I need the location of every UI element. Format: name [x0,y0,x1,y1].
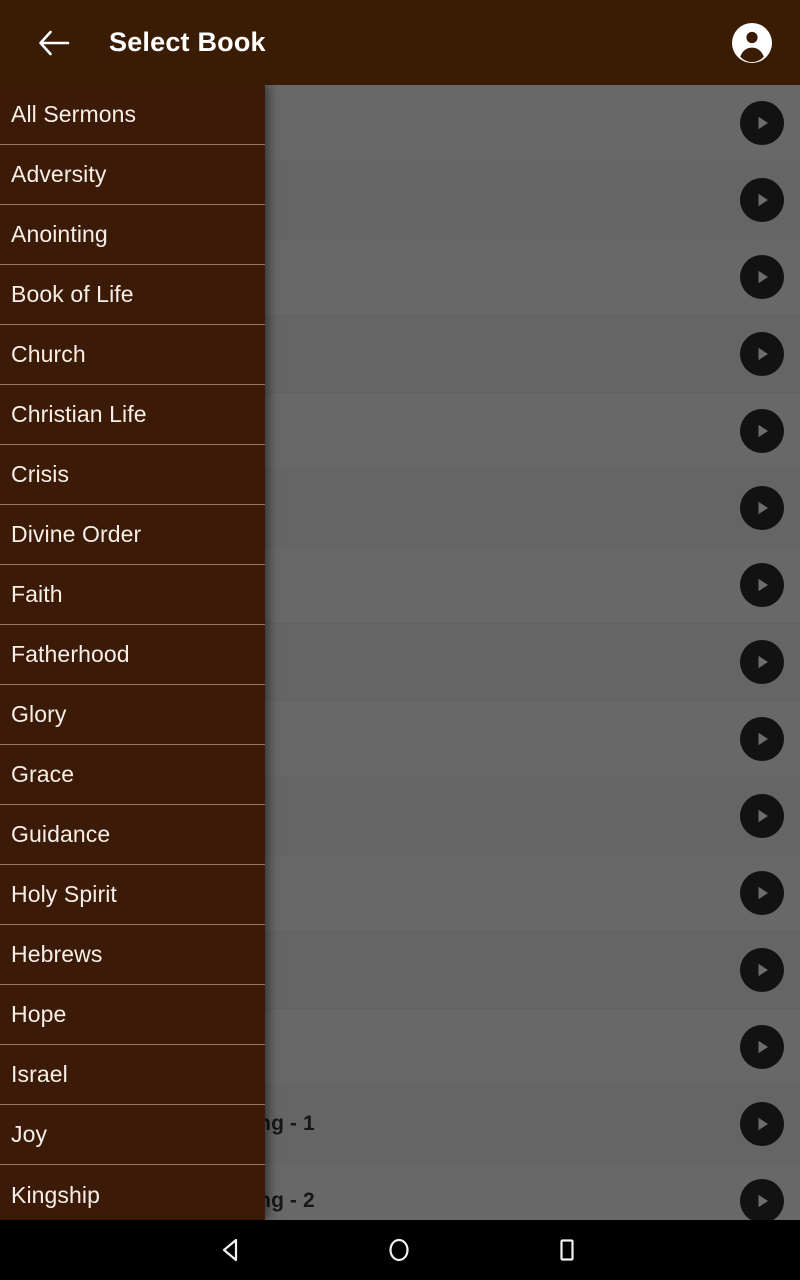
drawer-item-hope[interactable]: Hope [0,985,265,1045]
drawer-item-label: All Sermons [11,101,137,127]
drawer-item-label: Israel [11,1061,68,1087]
play-icon[interactable] [740,486,784,530]
drawer-item-joy[interactable]: Joy [0,1105,265,1165]
drawer-item-glory[interactable]: Glory [0,685,265,745]
play-icon[interactable] [740,255,784,299]
drawer-item-label: Book of Life [11,281,134,307]
drawer-item-all-sermons[interactable]: All Sermons [0,85,265,145]
drawer-item-book-of-life[interactable]: Book of Life [0,265,265,325]
play-icon[interactable] [740,1102,784,1146]
drawer-item-label: Holy Spirit [11,881,117,907]
play-icon[interactable] [740,332,784,376]
drawer-item-fatherhood[interactable]: Fatherhood [0,625,265,685]
play-icon[interactable] [740,563,784,607]
drawer-item-label: Kingship [11,1181,101,1208]
drawer-item-grace[interactable]: Grace [0,745,265,805]
recents-square-icon[interactable] [522,1220,612,1280]
play-icon[interactable] [740,948,784,992]
drawer-item-label: Divine Order [11,521,142,547]
system-navigation-bar [0,1220,800,1280]
drawer-item-anointing[interactable]: Anointing [0,205,265,265]
drawer-item-adversity[interactable]: Adversity [0,145,265,205]
drawer-item-crisis[interactable]: Crisis [0,445,265,505]
play-icon[interactable] [740,640,784,684]
drawer-item-label: Joy [11,1121,48,1147]
play-icon[interactable] [740,717,784,761]
app-bar: Select Book [0,0,800,85]
drawer-item-label: Adversity [11,161,107,187]
play-icon[interactable] [740,178,784,222]
play-icon[interactable] [740,409,784,453]
back-triangle-icon[interactable] [186,1220,276,1280]
page-title: Select Book [109,27,266,57]
drawer-item-label: Christian Life [11,401,147,427]
drawer-item-israel[interactable]: Israel [0,1045,265,1105]
play-icon[interactable] [740,1025,784,1069]
drawer-item-church[interactable]: Church [0,325,265,385]
drawer-item-holy-spirit[interactable]: Holy Spirit [0,865,265,925]
navigation-drawer: All Sermons Adversity Anointing Book of Lif… [0,85,265,1220]
drawer-item-label: Guidance [11,821,111,847]
drawer-item-label: Hebrews [11,941,103,967]
drawer-item-label: Glory [11,701,67,727]
drawer-item-faith[interactable]: Faith [0,565,265,625]
drawer-item-label: Anointing [11,221,108,247]
play-icon[interactable] [740,1179,784,1220]
play-icon[interactable] [740,871,784,915]
drawer-item-label: Hope [11,1001,67,1027]
drawer-item-label: Fatherhood [11,641,130,667]
play-icon[interactable] [740,101,784,145]
drawer-item-christian-life[interactable]: Christian Life [0,385,265,445]
drawer-item-label: Grace [11,761,75,787]
drawer-item-label: Faith [11,581,63,607]
account-circle-icon[interactable] [728,19,776,67]
home-circle-icon[interactable] [354,1220,444,1280]
drawer-item-guidance[interactable]: Guidance [0,805,265,865]
drawer-item-label: Church [11,341,86,367]
drawer-item-hebrews[interactable]: Hebrews [0,925,265,985]
phone-screen: A Final Shaking at 00:00l Godnoffendedmt… [0,0,800,1280]
play-icon[interactable] [740,794,784,838]
drawer-item-label: Crisis [11,461,70,487]
back-arrow-icon[interactable] [26,15,82,71]
drawer-item-divine-order[interactable]: Divine Order [0,505,265,565]
drawer-item-kingship[interactable]: Kingship [0,1165,265,1220]
